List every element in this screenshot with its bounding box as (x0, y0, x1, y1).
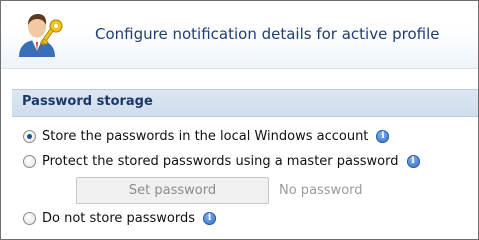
password-status: No password (279, 183, 363, 198)
option-label: Protect the stored passwords using a mas… (42, 153, 399, 169)
dialog-frame: Configure notification details for activ… (0, 0, 479, 240)
option-local-windows-account[interactable]: Store the passwords in the local Windows… (23, 127, 390, 145)
user-key-icon (19, 14, 63, 57)
option-label: Store the passwords in the local Windows… (42, 128, 369, 144)
option-master-password[interactable]: Protect the stored passwords using a mas… (23, 152, 420, 170)
option-do-not-store[interactable]: Do not store passwords i (23, 209, 217, 227)
option-label: Do not store passwords (42, 210, 196, 226)
info-icon[interactable]: i (376, 129, 390, 143)
radio-button[interactable] (23, 211, 36, 225)
radio-button-selected[interactable] (23, 129, 36, 143)
info-icon[interactable]: i (203, 211, 217, 225)
section-header: Password storage (12, 89, 478, 117)
radio-button[interactable] (23, 154, 36, 168)
header-title: Configure notification details for activ… (95, 25, 440, 43)
dialog-header: Configure notification details for activ… (1, 1, 478, 69)
set-password-button[interactable]: Set password (76, 177, 269, 204)
info-icon[interactable]: i (406, 154, 420, 168)
section-title: Password storage (22, 94, 153, 109)
